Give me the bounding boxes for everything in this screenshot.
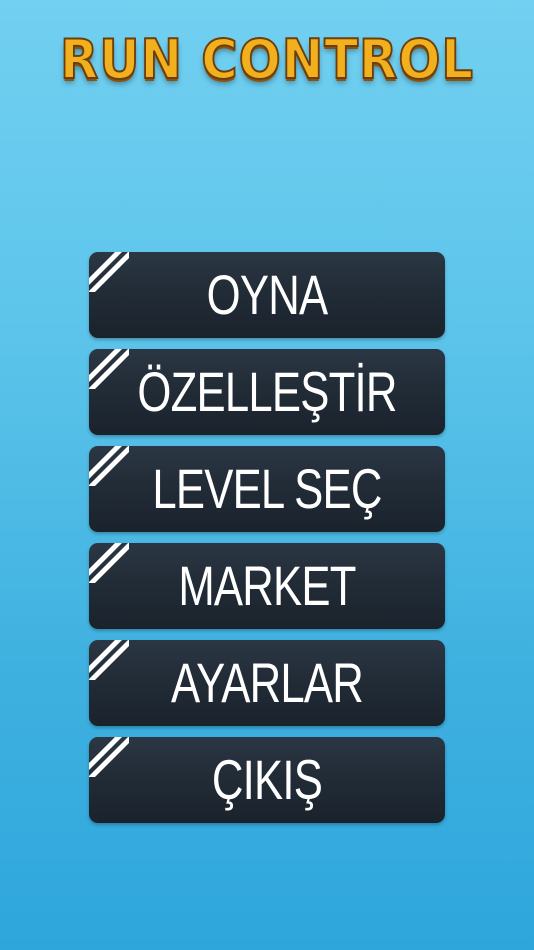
game-title: RUN CONTROL [59,28,474,91]
customize-button[interactable]: ÖZELLEŞTİR [89,349,445,435]
settings-button[interactable]: AYARLAR [89,640,445,726]
diagonal-stripes-icon [89,543,129,583]
diagonal-stripes-icon [89,640,129,680]
main-menu: OYNA ÖZELLEŞTİR LEVEL SEÇ MARKET AYARLAR [89,252,445,834]
market-button-label: MARKET [178,554,356,617]
settings-button-label: AYARLAR [171,651,364,714]
diagonal-stripes-icon [89,446,129,486]
exit-button-label: ÇIKIŞ [211,748,323,811]
play-button-label: OYNA [206,263,328,326]
diagonal-stripes-icon [89,252,129,292]
market-button[interactable]: MARKET [89,543,445,629]
level-select-button[interactable]: LEVEL SEÇ [89,446,445,532]
level-select-button-label: LEVEL SEÇ [152,457,382,520]
diagonal-stripes-icon [89,349,129,389]
exit-button[interactable]: ÇIKIŞ [89,737,445,823]
play-button[interactable]: OYNA [89,252,445,338]
diagonal-stripes-icon [89,737,129,777]
customize-button-label: ÖZELLEŞTİR [137,360,397,423]
